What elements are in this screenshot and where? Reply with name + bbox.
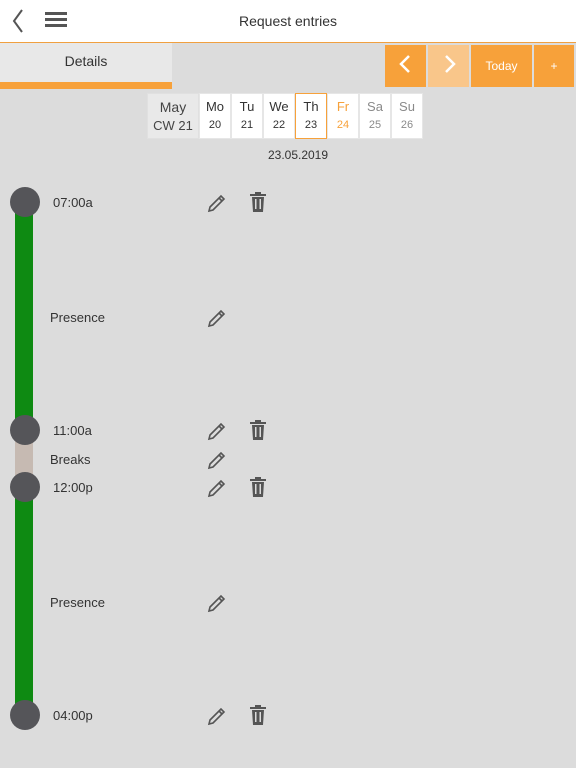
- day-cell-th[interactable]: Th 23: [295, 93, 327, 139]
- pencil-icon[interactable]: [206, 590, 230, 614]
- day-name: Tu: [239, 99, 255, 114]
- chevron-right-icon: [439, 52, 459, 81]
- time-label: 12:00p: [53, 480, 93, 495]
- presence-bar[interactable]: [15, 200, 33, 432]
- next-day-button[interactable]: [428, 45, 469, 87]
- trash-icon[interactable]: [246, 475, 270, 499]
- tab-details-label: Details: [64, 53, 108, 69]
- today-button[interactable]: Today: [471, 45, 532, 87]
- day-name: Th: [303, 99, 319, 114]
- day-name: Su: [399, 99, 415, 114]
- time-node[interactable]: [10, 472, 40, 502]
- tab-active-indicator: [0, 82, 172, 89]
- pencil-icon[interactable]: [206, 305, 230, 329]
- day-date: 20: [208, 119, 222, 131]
- day-cell-tu[interactable]: Tu 21: [231, 93, 263, 139]
- day-date: 25: [368, 119, 382, 131]
- day-cell-sa[interactable]: Sa 25: [359, 93, 391, 139]
- day-cell-we[interactable]: We 22: [263, 93, 295, 139]
- day-cell-mo[interactable]: Mo 20: [199, 93, 231, 139]
- segment-label: Presence: [50, 595, 105, 610]
- page-title: Request entries: [238, 13, 338, 29]
- time-node[interactable]: [10, 700, 40, 730]
- time-node[interactable]: [10, 415, 40, 445]
- pencil-icon[interactable]: [206, 190, 230, 214]
- top-bar: Request entries: [0, 0, 576, 43]
- trash-icon[interactable]: [246, 703, 270, 727]
- trash-icon[interactable]: [246, 418, 270, 442]
- presence-bar[interactable]: [15, 488, 33, 716]
- time-label: 11:00a: [53, 423, 92, 438]
- day-date: 24: [336, 119, 350, 131]
- day-date: 23: [304, 119, 318, 131]
- add-entry-button[interactable]: +: [534, 45, 574, 87]
- day-date: 26: [400, 119, 414, 131]
- pencil-icon[interactable]: [206, 447, 230, 471]
- day-cell-su[interactable]: Su 26: [391, 93, 423, 139]
- day-name: Fr: [336, 99, 350, 114]
- tab-details[interactable]: Details: [0, 43, 172, 89]
- time-label: 04:00p: [53, 708, 93, 723]
- chevron-left-icon: [396, 52, 416, 81]
- day-name: Sa: [367, 99, 383, 114]
- time-label: 07:00a: [53, 195, 93, 210]
- pencil-icon[interactable]: [206, 418, 230, 442]
- tab-row: Details Today +: [0, 43, 576, 89]
- day-date: 22: [272, 119, 286, 131]
- pencil-icon[interactable]: [206, 475, 230, 499]
- trash-icon[interactable]: [246, 190, 270, 214]
- day-name: We: [269, 99, 289, 114]
- month-label: May: [159, 99, 187, 115]
- calendar-week-label: CW 21: [153, 118, 193, 133]
- previous-day-button[interactable]: [385, 45, 426, 87]
- month-week-cell: May CW 21: [147, 93, 199, 139]
- day-cell-fr[interactable]: Fr 24: [327, 93, 359, 139]
- time-node[interactable]: [10, 187, 40, 217]
- day-date: 21: [240, 119, 254, 131]
- segment-label: Breaks: [50, 452, 91, 467]
- week-date-strip: May CW 21 Mo 20 Tu 21 We 22 Th 23 Fr 24 …: [147, 93, 423, 139]
- selected-date-label: 23.05.2019: [267, 148, 329, 162]
- pencil-icon[interactable]: [206, 703, 230, 727]
- day-name: Mo: [205, 99, 225, 114]
- segment-label: Presence: [50, 310, 105, 325]
